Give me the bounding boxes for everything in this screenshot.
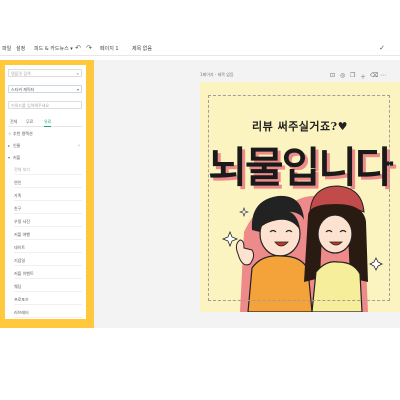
lock-icon[interactable]: ⊡ (330, 72, 335, 79)
canvas-page-header: 1페이지 - 제목 없음 (200, 72, 234, 77)
list-item-label: 커플 이벤트 (14, 271, 34, 276)
template-panel-content: 템플릿 검색 ⌕ 스티커 캐릭터 ▾ 키워드를 입력해주세요 전체 무료 유료 … (5, 65, 86, 319)
category-person-label: 인물 (13, 143, 21, 148)
canvas-guide-border (208, 95, 390, 301)
tab-free[interactable]: 무료 (26, 119, 33, 125)
category-couple-label: 커플 (13, 155, 21, 160)
list-item-label: 러브레터 (14, 310, 29, 315)
list-item-label: 연인 (14, 180, 22, 185)
list-item[interactable]: 우정 사진 (14, 217, 82, 227)
list-item[interactable]: 연인 (14, 178, 82, 188)
template-panel: 템플릿 검색 ⌕ 스티커 캐릭터 ▾ 키워드를 입력해주세요 전체 무료 유료 … (0, 60, 94, 328)
list-item[interactable]: 러브레터 (14, 308, 82, 318)
list-item[interactable]: 데이트 (14, 243, 82, 253)
search-input[interactable]: 템플릿 검색 ⌕ (8, 69, 82, 77)
page-label: 페이지 1 (100, 46, 119, 52)
redo-icon[interactable]: ↷ (85, 44, 93, 52)
chevron-right-icon: › (78, 143, 80, 149)
size-dropdown[interactable]: 피드 & 카드뉴스 ▾ (34, 45, 73, 52)
eye-icon[interactable]: ◎ (340, 72, 345, 79)
tab-all[interactable]: 전체 (10, 119, 17, 125)
keyword-input[interactable]: 키워드를 입력해주세요 (8, 101, 82, 109)
collection-row[interactable]: ☆추천 컬렉션 (8, 129, 82, 139)
more-icon[interactable]: ⋯ (380, 72, 386, 79)
list-item[interactable]: 프로포즈 (14, 295, 82, 305)
list-item-label: 전체 보기 (14, 167, 30, 172)
chevron-down-icon: ▾ (76, 87, 79, 92)
filter-tabs: 전체 무료 유료 (8, 118, 82, 127)
list-item[interactable]: 친구 (14, 204, 82, 214)
canvas-toolbar: ⊡ ◎ ❐ ＋ ⌫ ⋯ (330, 72, 400, 81)
top-toolbar: 파일 설정 피드 & 카드뉴스 ▾ ↶ ↷ 페이지 1 제목 없음 ✓ (0, 40, 400, 56)
undo-icon[interactable]: ↶ (74, 44, 82, 52)
list-item[interactable]: 웨딩 (14, 282, 82, 292)
delete-icon[interactable]: ⌫ (370, 72, 378, 79)
document-title[interactable]: 제목 없음 (132, 45, 152, 52)
category-select[interactable]: 스티커 캐릭터 ▾ (8, 85, 82, 93)
list-item[interactable]: 기념일 (14, 256, 82, 266)
list-item-label: 커플 여행 (14, 232, 30, 237)
list-item-label: 데이트 (14, 245, 26, 250)
list-item[interactable]: 커플 이벤트 (14, 269, 82, 279)
check-icon[interactable]: ✓ (378, 44, 386, 52)
file-menu[interactable]: 파일 (2, 45, 11, 52)
list-item[interactable]: 가족 (14, 191, 82, 201)
list-item[interactable]: 커플 여행 (14, 230, 82, 240)
category-select-value: 스티커 캐릭터 (11, 87, 35, 92)
category-couple[interactable]: ▾ 커플 (8, 153, 82, 163)
list-item-label: 가족 (14, 193, 22, 198)
settings-menu[interactable]: 설정 (16, 45, 25, 52)
copy-icon[interactable]: ❐ (350, 72, 355, 79)
list-item-label: 프로포즈 (14, 297, 29, 302)
keyword-placeholder: 키워드를 입력해주세요 (11, 103, 50, 108)
list-item-label: 우정 사진 (14, 219, 30, 224)
collection-label: 추천 컬렉션 (13, 131, 33, 136)
search-icon: ⌕ (76, 71, 79, 76)
tab-paid[interactable]: 유료 (44, 119, 52, 127)
list-item-label: 기념일 (14, 258, 26, 263)
list-item[interactable]: 전체 보기 (14, 165, 82, 175)
list-item-label: 웨딩 (14, 284, 22, 289)
list-item-label: 친구 (14, 206, 22, 211)
category-person[interactable]: ▸ 인물 › (8, 141, 82, 151)
search-placeholder: 템플릿 검색 (11, 71, 31, 76)
add-icon[interactable]: ＋ (360, 72, 366, 81)
